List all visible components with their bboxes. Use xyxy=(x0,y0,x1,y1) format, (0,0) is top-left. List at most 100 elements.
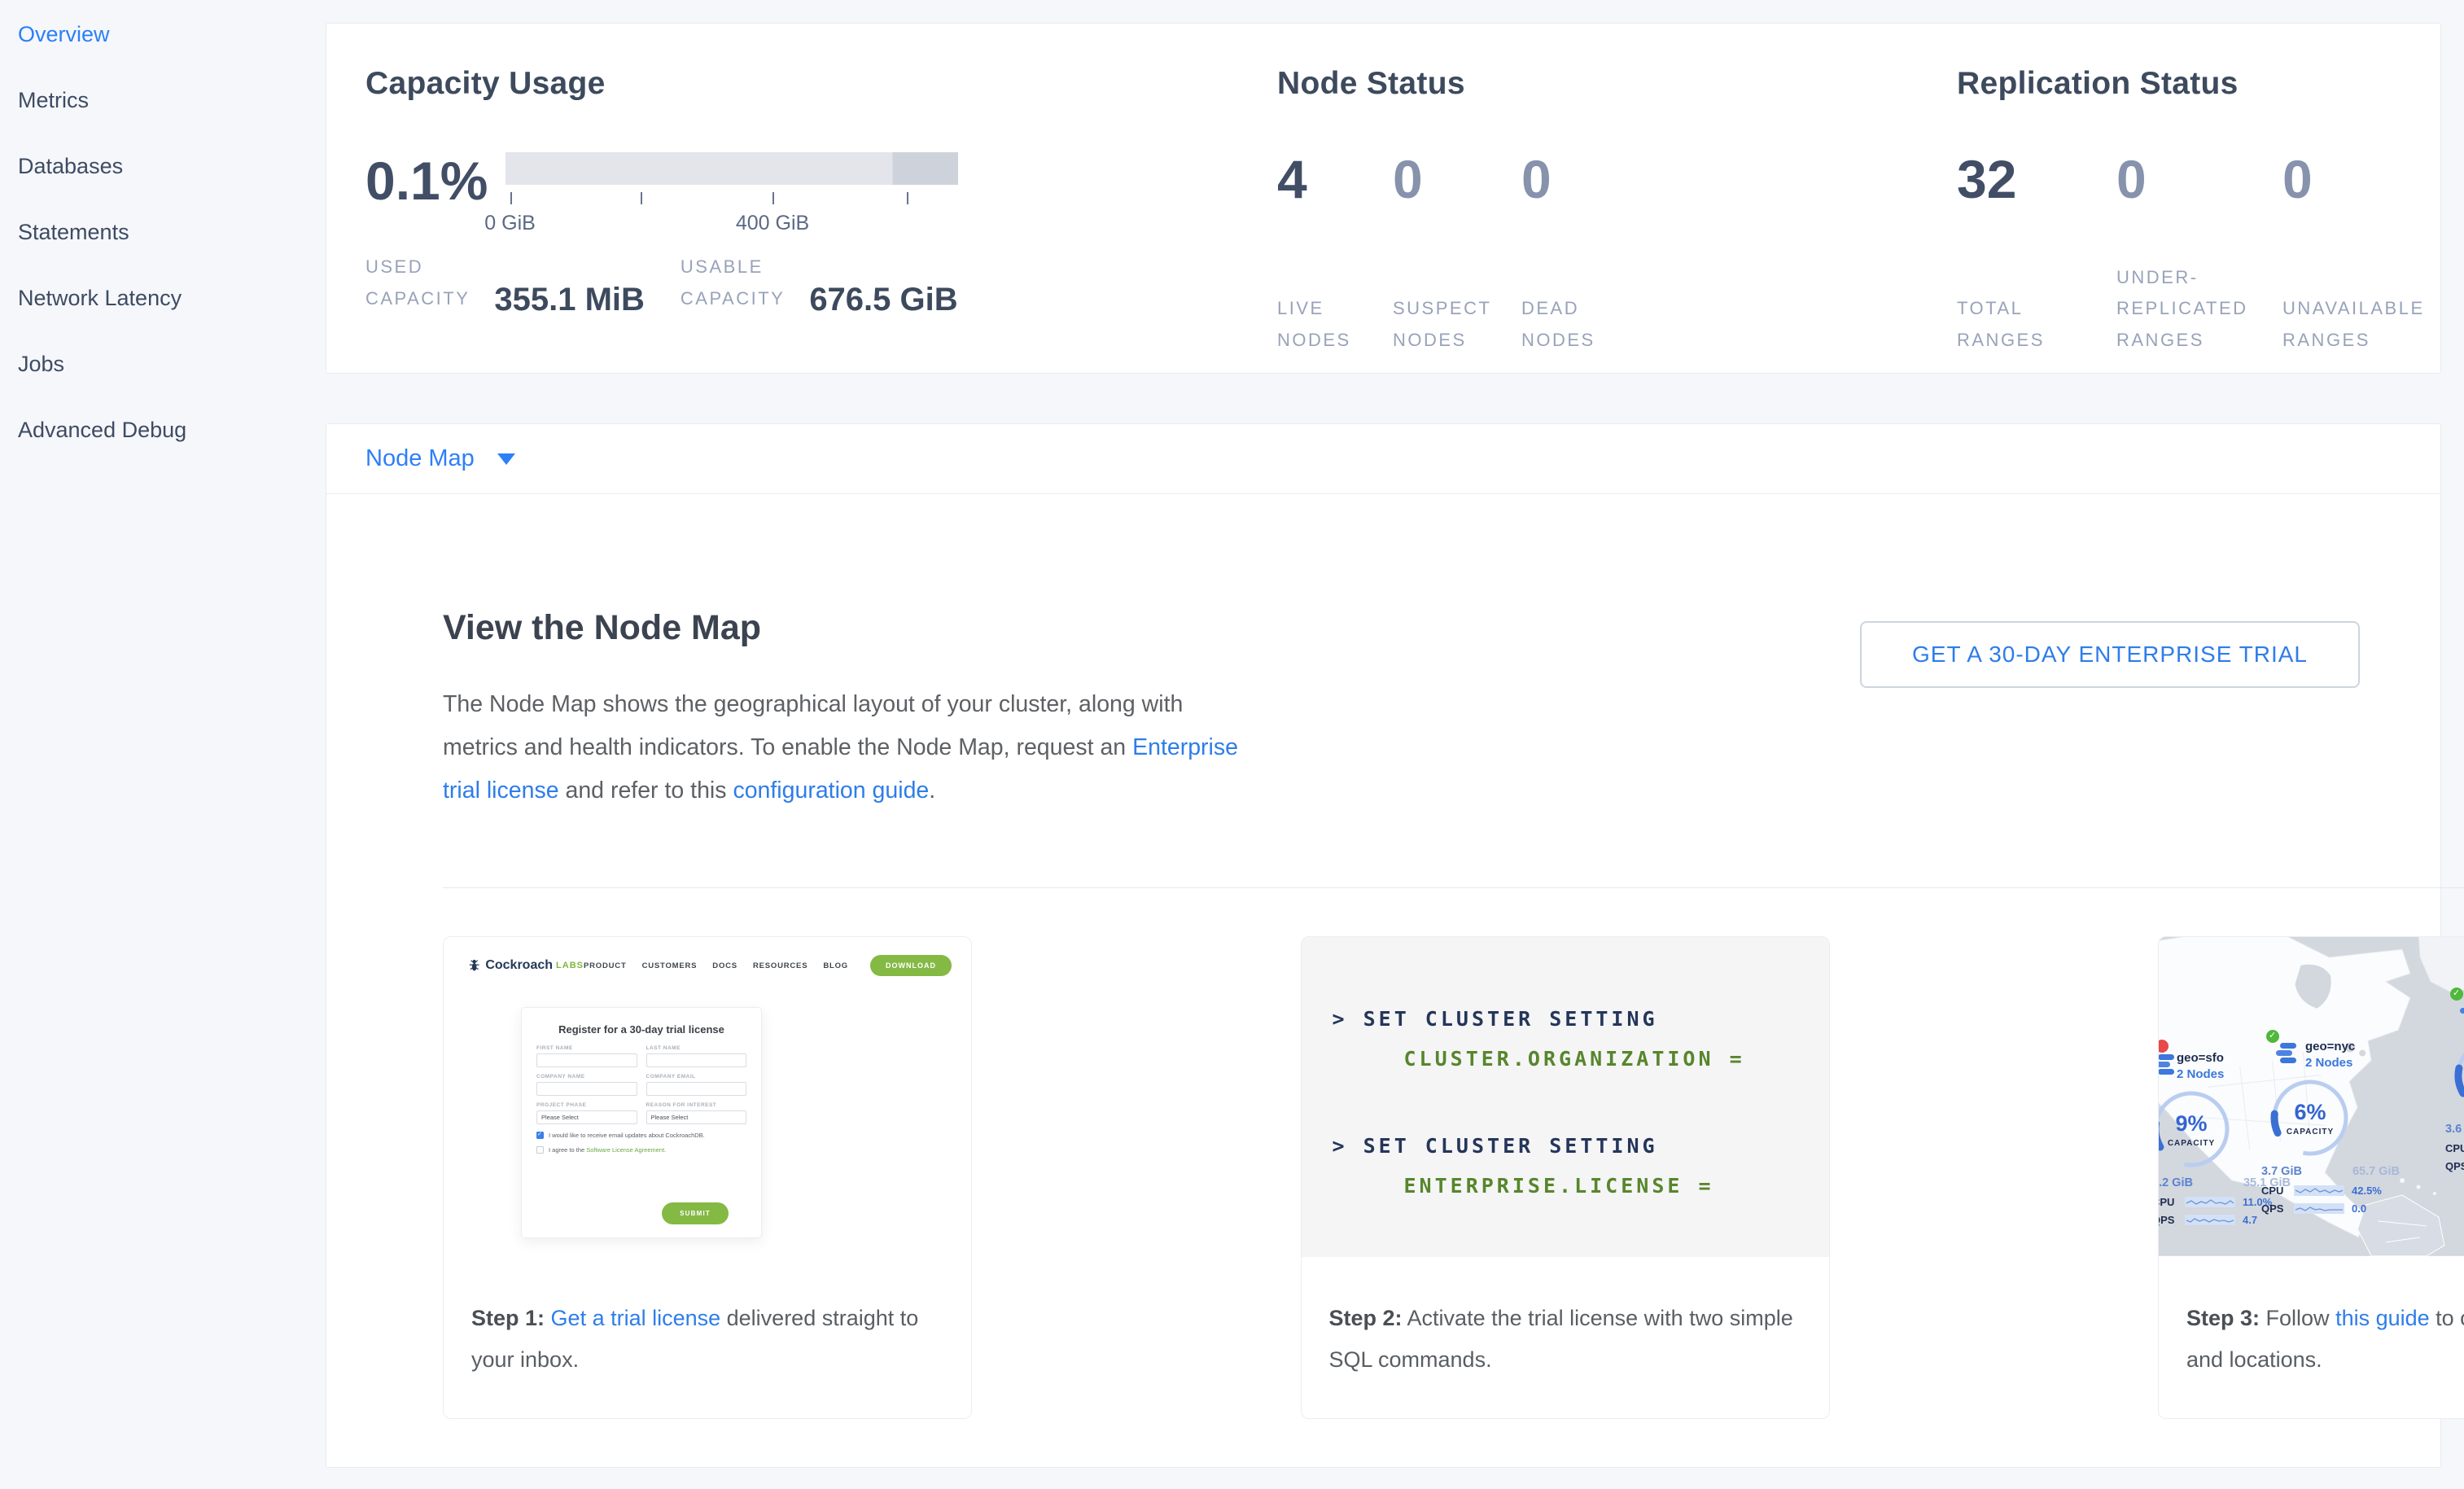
node-status-title: Node Status xyxy=(1277,66,1957,102)
axis-tick xyxy=(510,192,512,204)
qps-row: QPS 0.0 xyxy=(2261,1202,2400,1215)
mini-field-input xyxy=(646,1053,747,1067)
configuration-guide-link[interactable]: configuration guide xyxy=(733,777,929,804)
mini-site-header: Cockroach LABS PRODUCT CUSTOMERS DOCS RE… xyxy=(444,937,971,976)
sql-line: CLUSTER.ORGANIZATION = xyxy=(1404,1047,1829,1071)
mini-nav-item: PRODUCT xyxy=(584,961,627,970)
used-capacity-label: USED CAPACITY xyxy=(365,252,470,314)
usable-capacity-value: 676.5 GiB xyxy=(809,282,957,318)
under-replicated-ranges-stat: 0 UNDER- REPLICATED RANGES xyxy=(2116,152,2282,356)
sidebar-item-metrics[interactable]: Metrics xyxy=(0,68,326,134)
capacity-percent: 6% xyxy=(2268,1100,2352,1125)
page-title: View the Node Map xyxy=(443,608,761,648)
status-check-green-icon xyxy=(2450,988,2463,1001)
capacity-gauge: 6% CAPACITY xyxy=(2268,1075,2352,1160)
qps-label: QPS xyxy=(2445,1160,2464,1172)
mini-checkbox-row: I would like to receive email updates ab… xyxy=(536,1132,746,1139)
qps-value: 4.7 xyxy=(2243,1214,2257,1226)
locality-name: geo=sfo xyxy=(2177,1051,2224,1065)
capacity-percent: 10% xyxy=(2452,1058,2464,1083)
sidebar-item-network-latency[interactable]: Network Latency xyxy=(0,265,326,331)
mini-field-label: COMPANY EMAIL xyxy=(646,1074,747,1080)
sql-line: ENTERPRISE.LICENSE = xyxy=(1404,1174,1829,1198)
axis-label-400gib: 400 GiB xyxy=(736,212,809,235)
step3-text: Follow xyxy=(2260,1306,2335,1330)
mini-select: Please Select xyxy=(646,1110,747,1124)
cpu-sparkline xyxy=(2294,1185,2344,1196)
suspect-nodes-stat: 0 SUSPECT NODES xyxy=(1393,152,1521,356)
capacity-percent: 9% xyxy=(2159,1111,2234,1136)
mini-field-input xyxy=(536,1053,637,1067)
mini-site-logo-suffix: LABS xyxy=(556,961,584,970)
mini-field-label: LAST NAME xyxy=(646,1045,747,1051)
description-text: The Node Map shows the geographical layo… xyxy=(443,691,1183,760)
mini-site-nav: PRODUCT CUSTOMERS DOCS RESOURCES BLOG DO… xyxy=(584,955,952,976)
node-map-description: The Node Map shows the geographical layo… xyxy=(443,683,1241,812)
dead-nodes-value: 0 xyxy=(1521,152,1643,206)
used-capacity-stat: USED CAPACITY 355.1 MiB xyxy=(365,252,645,314)
sidebar-item-jobs[interactable]: Jobs xyxy=(0,331,326,397)
cpu-label: CPU xyxy=(2445,1142,2464,1154)
mini-select: Please Select xyxy=(536,1110,637,1124)
step1-label: Step 1: xyxy=(471,1306,545,1330)
mini-submit-button: SUBMIT xyxy=(662,1202,729,1224)
mini-field-label: COMPANY NAME xyxy=(536,1074,637,1080)
live-nodes-value: 4 xyxy=(1277,152,1393,206)
qps-row: QPS 4.7 xyxy=(2159,1214,2291,1226)
qps-row: QPS 0.0 xyxy=(2445,1160,2464,1172)
usable-capacity-stat: USABLE CAPACITY 676.5 GiB xyxy=(681,252,958,314)
suspect-nodes-label: SUSPECT NODES xyxy=(1393,293,1521,356)
dead-nodes-label: DEAD NODES xyxy=(1521,293,1643,356)
node-map-body: View the Node Map The Node Map shows the… xyxy=(326,494,2440,1467)
cpu-value: 42.5% xyxy=(2352,1185,2382,1197)
capacity-caption: CAPACITY xyxy=(2268,1128,2352,1136)
sidebar-item-statements[interactable]: Statements xyxy=(0,199,326,265)
used-gib: 3.6 GiB xyxy=(2445,1123,2464,1136)
under-replicated-ranges-value: 0 xyxy=(2116,152,2282,206)
unavailable-ranges-label: UNAVAILABLE RANGES xyxy=(2282,293,2429,356)
step1-thumbnail: Cockroach LABS PRODUCT CUSTOMERS DOCS RE… xyxy=(444,937,971,1257)
mini-field: LAST NAME xyxy=(646,1045,747,1067)
suspect-nodes-value: 0 xyxy=(1393,152,1521,206)
used-gib: 3.2 GiB xyxy=(2159,1176,2193,1189)
mini-nav-item: DOCS xyxy=(712,961,737,970)
mini-field: COMPANY EMAIL xyxy=(646,1074,747,1096)
sidebar-item-advanced-debug[interactable]: Advanced Debug xyxy=(0,397,326,463)
this-guide-link[interactable]: this guide xyxy=(2335,1306,2430,1330)
enterprise-trial-button[interactable]: GET A 30-DAY ENTERPRISE TRIAL xyxy=(1860,621,2360,688)
step2-label: Step 2: xyxy=(1329,1306,1403,1330)
mini-license-link: Software License Agreement. xyxy=(586,1146,666,1154)
capacity-usage-title: Capacity Usage xyxy=(365,66,1277,102)
node-map-selector[interactable]: Node Map xyxy=(326,424,2440,494)
description-text: . xyxy=(929,777,935,804)
mini-field-input xyxy=(646,1082,747,1096)
step3-card: geo=sfo 2 Nodes 9% CAPACITY 3.2 GiB xyxy=(2158,936,2464,1419)
capacity-values-row: 3.7 GiB 65.7 GiB xyxy=(2261,1165,2400,1178)
step3-map-thumbnail: geo=sfo 2 Nodes 9% CAPACITY 3.2 GiB xyxy=(2159,937,2464,1257)
mini-form-title: Register for a 30-day trial license xyxy=(536,1023,746,1036)
mini-nav-item: RESOURCES xyxy=(753,961,807,970)
mini-nav-item: CUSTOMERS xyxy=(642,961,698,970)
step2-card: > SET CLUSTER SETTING CLUSTER.ORGANIZATI… xyxy=(1301,936,1830,1419)
qps-sparkline xyxy=(2185,1215,2235,1225)
sidebar: Overview Metrics Databases Statements Ne… xyxy=(0,0,326,1489)
axis-tick xyxy=(641,192,642,204)
sidebar-item-overview[interactable]: Overview xyxy=(0,2,326,68)
chevron-down-icon xyxy=(497,453,515,465)
capacity-caption: CAPACITY xyxy=(2159,1139,2234,1148)
mini-field: REASON FOR INTEREST Please Select xyxy=(646,1102,747,1124)
capacity-bar-track xyxy=(505,152,958,185)
mini-field: COMPANY NAME xyxy=(536,1074,637,1096)
mini-checkbox-text: I would like to receive email updates ab… xyxy=(549,1132,705,1139)
sidebar-item-databases[interactable]: Databases xyxy=(0,134,326,199)
get-trial-license-link[interactable]: Get a trial license xyxy=(551,1306,721,1330)
cpu-label: CPU xyxy=(2159,1196,2185,1208)
capacity-bar: 0 GiB 400 GiB xyxy=(505,152,958,247)
qps-label: QPS xyxy=(2261,1202,2294,1215)
capacity-gauge: 9% CAPACITY xyxy=(2159,1087,2234,1171)
unavailable-ranges-value: 0 xyxy=(2282,152,2429,206)
mini-site-logo: Cockroach xyxy=(485,958,553,973)
under-replicated-ranges-label: UNDER- REPLICATED RANGES xyxy=(2116,262,2282,357)
step3-caption: Step 3: Follow this guide to configure l… xyxy=(2159,1257,2464,1382)
locality-node-count: 2 Nodes xyxy=(2305,1056,2352,1070)
